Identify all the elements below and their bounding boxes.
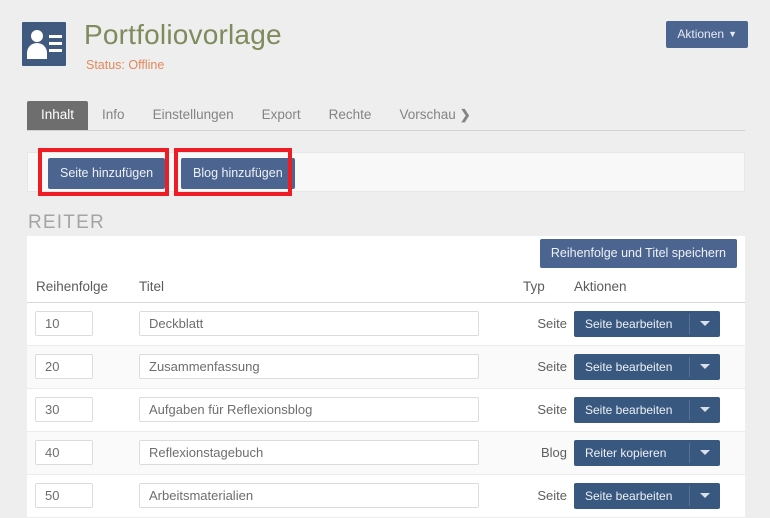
- chevron-down-icon[interactable]: [700, 407, 710, 412]
- status-text: Status: Offline: [86, 58, 165, 72]
- order-input[interactable]: [35, 311, 93, 336]
- button-divider: [689, 314, 690, 334]
- row-action-button[interactable]: Seite bearbeiten: [574, 311, 720, 337]
- person-body-shape: [27, 43, 47, 59]
- add-page-button[interactable]: Seite hinzufügen: [48, 158, 166, 189]
- chevron-down-icon[interactable]: [700, 450, 710, 455]
- chevron-down-icon[interactable]: [700, 364, 710, 369]
- tab-rechte-label: Rechte: [328, 107, 372, 122]
- tab-rechte[interactable]: Rechte: [315, 101, 386, 130]
- tab-info-label: Info: [102, 107, 125, 122]
- save-order-and-title-button[interactable]: Reihenfolge und Titel speichern: [539, 239, 737, 268]
- page-header: Portfoliovorlage Status: Offline Aktione…: [0, 0, 770, 96]
- card-lines-shape: [49, 35, 62, 56]
- chevron-down-icon: ▼: [728, 29, 737, 39]
- add-page-button-label: Seite hinzufügen: [60, 166, 154, 180]
- tab-inhalt[interactable]: Inhalt: [27, 101, 89, 130]
- save-order-and-title-label: Reihenfolge und Titel speichern: [550, 246, 726, 260]
- type-cell: Seite: [537, 316, 567, 331]
- table-row: Blog Reiter kopieren: [27, 432, 745, 475]
- actions-button-label: Aktionen: [677, 27, 725, 41]
- chevron-right-icon: ❯: [459, 107, 471, 122]
- button-divider: [689, 400, 690, 420]
- row-action-label: Seite bearbeiten: [585, 317, 673, 331]
- order-input[interactable]: [35, 440, 93, 465]
- order-input[interactable]: [35, 483, 93, 508]
- section-title-reiter: REITER: [28, 212, 105, 233]
- page-title: Portfoliovorlage: [84, 19, 282, 50]
- row-action-label: Seite bearbeiten: [585, 403, 673, 417]
- actions-button[interactable]: Aktionen ▼: [666, 21, 748, 48]
- page-root: Portfoliovorlage Status: Offline Aktione…: [0, 0, 770, 518]
- column-header-title: Titel: [139, 279, 165, 294]
- reiter-table: Reihenfolge und Titel speichern Reihenfo…: [27, 236, 745, 518]
- tab-einstellungen[interactable]: Einstellungen: [139, 101, 248, 130]
- row-action-button[interactable]: Seite bearbeiten: [574, 354, 720, 380]
- title-input[interactable]: [139, 397, 479, 422]
- add-blog-button-label: Blog hinzufügen: [193, 166, 283, 180]
- add-blog-button[interactable]: Blog hinzufügen: [181, 158, 295, 189]
- column-header-actions: Aktionen: [574, 279, 627, 294]
- table-row: Seite Seite bearbeiten: [27, 303, 745, 346]
- type-cell: Seite: [537, 402, 567, 417]
- button-divider: [689, 443, 690, 463]
- tab-vorschau-label: Vorschau: [399, 107, 456, 122]
- type-cell: Seite: [537, 488, 567, 503]
- row-action-label: Reiter kopieren: [585, 446, 667, 460]
- table-header-row: Reihenfolge Titel Typ Aktionen: [27, 270, 745, 303]
- row-action-button[interactable]: Seite bearbeiten: [574, 483, 720, 509]
- type-cell: Seite: [537, 359, 567, 374]
- table-row: Seite Seite bearbeiten: [27, 389, 745, 432]
- tab-vorschau[interactable]: Vorschau ❯: [385, 101, 484, 130]
- column-header-order: Reihenfolge: [36, 279, 109, 294]
- tab-list: Inhalt Info Einstellungen Export Rechte …: [27, 101, 485, 130]
- order-input[interactable]: [35, 397, 93, 422]
- tab-export[interactable]: Export: [248, 101, 315, 130]
- type-cell: Blog: [540, 445, 567, 460]
- tab-bar: Inhalt Info Einstellungen Export Rechte …: [27, 101, 745, 131]
- title-input[interactable]: [139, 483, 479, 508]
- button-divider: [689, 357, 690, 377]
- save-row: Reihenfolge und Titel speichern: [27, 236, 745, 270]
- row-action-label: Seite bearbeiten: [585, 360, 673, 374]
- chevron-down-icon[interactable]: [700, 493, 710, 498]
- table-row: Seite Seite bearbeiten: [27, 475, 745, 518]
- title-input[interactable]: [139, 354, 479, 379]
- row-action-button[interactable]: Seite bearbeiten: [574, 397, 720, 423]
- title-input[interactable]: [139, 311, 479, 336]
- tab-info[interactable]: Info: [88, 101, 139, 130]
- contact-card-icon: [22, 22, 66, 66]
- chevron-down-icon[interactable]: [700, 321, 710, 326]
- tab-einstellungen-label: Einstellungen: [152, 107, 234, 122]
- row-action-label: Seite bearbeiten: [585, 489, 673, 503]
- row-action-button[interactable]: Reiter kopieren: [574, 440, 720, 466]
- button-divider: [689, 486, 690, 506]
- tab-export-label: Export: [261, 107, 301, 122]
- person-head-shape: [31, 30, 43, 42]
- order-input[interactable]: [35, 354, 93, 379]
- title-input[interactable]: [139, 440, 479, 465]
- column-header-type: Typ: [523, 279, 545, 294]
- table-row: Seite Seite bearbeiten: [27, 346, 745, 389]
- tab-inhalt-label: Inhalt: [41, 107, 75, 122]
